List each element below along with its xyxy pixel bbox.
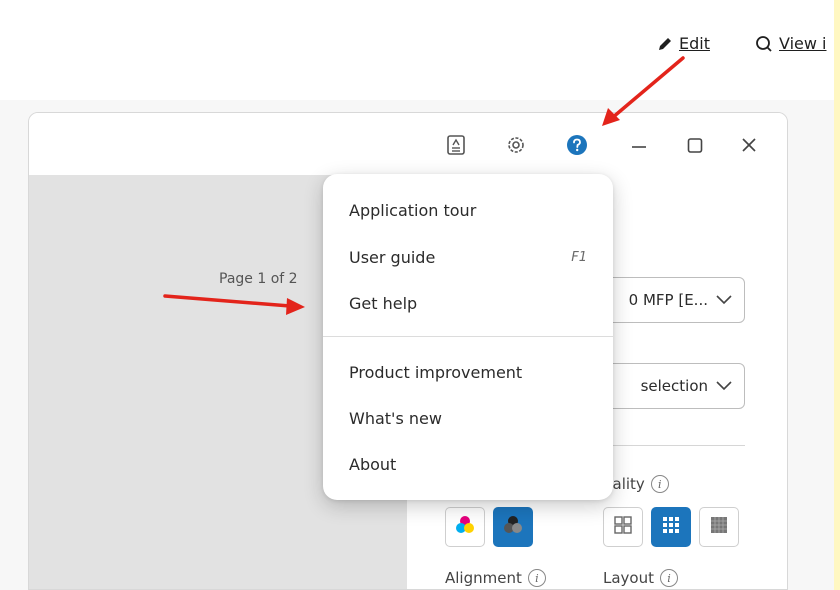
annotation-arrows — [163, 56, 685, 315]
arrow-to-get-help — [163, 294, 305, 315]
arrow-to-help-icon — [602, 56, 685, 126]
